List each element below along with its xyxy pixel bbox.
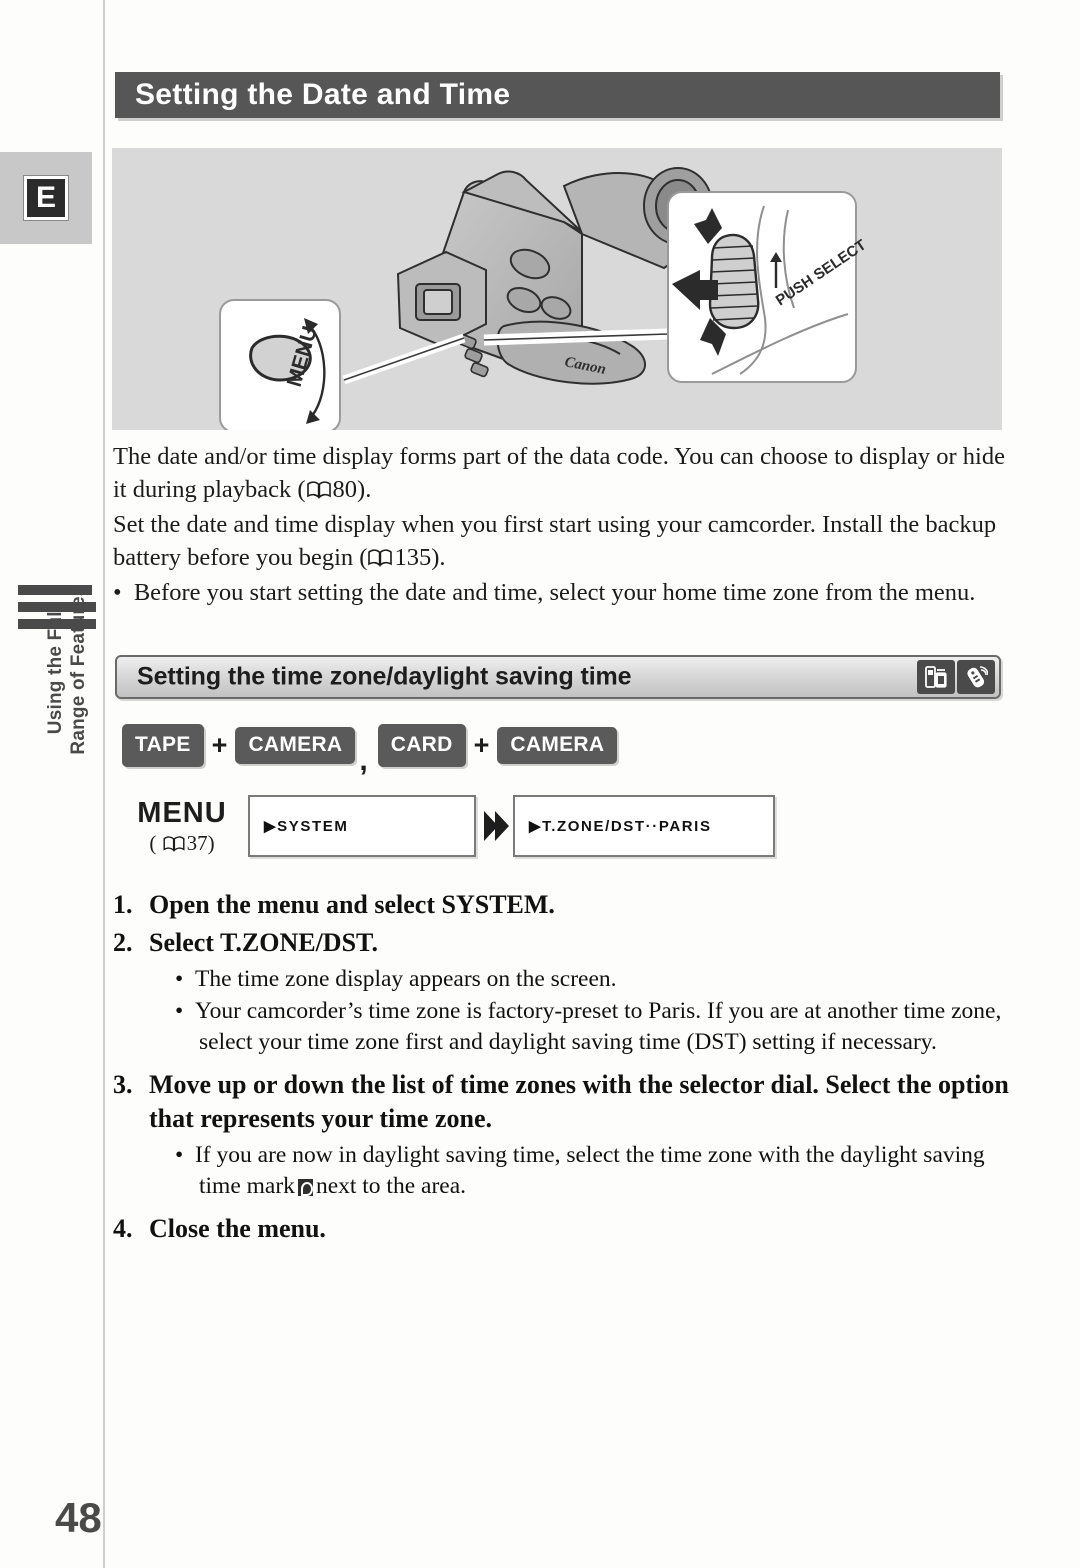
step-4-text: Close the menu. (149, 1214, 326, 1243)
menu-screen-system-text: ▶SYSTEM (264, 818, 349, 835)
menu-screen-system: ▶SYSTEM (248, 795, 476, 857)
step-2-bullet-2: • Your camcorder’s time zone is factory-… (175, 998, 1002, 1055)
step-2: 2. Select T.ZONE/DST. (113, 926, 1018, 960)
mode-plus-2: + (473, 729, 490, 760)
wireless-remote-icon (957, 660, 995, 694)
book-reference-icon (163, 833, 185, 858)
mode-badge-tape: TAPE (122, 723, 204, 767)
push-select-dial-callout: PUSH SELECT (667, 191, 869, 383)
menu-button-label-group: MENU ( 37) (118, 797, 246, 858)
step-2-substeps: • The time zone display appears on the s… (175, 964, 1018, 1058)
memory-card-icon (917, 660, 955, 694)
intro-bullet-1: • Before you start setting the date and … (113, 579, 976, 606)
intro-paragraph-1: The date and/or time display forms part … (113, 440, 1013, 508)
step-3: 3. Move up or down the list of time zone… (113, 1068, 1018, 1136)
menu-button-callout: MENU (219, 299, 341, 430)
step-2-text: Select T.ZONE/DST. (149, 928, 378, 957)
chapter-tab-line2: Range of Features (68, 585, 89, 755)
step-3-bullet-1: • If you are now in daylight saving time… (175, 1142, 985, 1199)
intro-paragraph-2: Set the date and time display when you f… (113, 508, 1013, 576)
step-1: 1. Open the menu and select SYSTEM. (113, 888, 1018, 922)
language-tab: E (0, 152, 92, 244)
step-1-text: Open the menu and select SYSTEM. (149, 890, 555, 919)
menu-button-label: MENU (137, 797, 227, 829)
subsection-icons (917, 660, 995, 694)
mode-badge-card: CARD (377, 723, 466, 767)
page-title-bar: Setting the Date and Time (115, 72, 1000, 118)
chapter-tab: Using the Full Range of Features (18, 585, 96, 845)
step-3-number: 3. (113, 1070, 133, 1099)
step-4-number: 4. (113, 1214, 133, 1243)
language-tab-label: E (24, 176, 68, 220)
book-reference-icon (306, 475, 331, 508)
intro-text: The date and/or time display forms part … (113, 440, 1013, 609)
mode-plus-1: + (211, 729, 228, 760)
step-4: 4. Close the menu. (113, 1212, 1018, 1246)
chapter-tab-line1: Using the Full (45, 605, 66, 735)
menu-screen-tzone-text: ▶T.ZONE/DST··PARIS (529, 818, 712, 835)
flow-chevron-icon (482, 809, 510, 843)
menu-navigation-flow: MENU ( 37) ▶SYSTEM ▶T.ZONE/DST··PARIS (118, 795, 778, 870)
subsection-header: Setting the time zone/daylight saving ti… (115, 655, 1001, 699)
mode-badge-camera-2: CAMERA (497, 726, 618, 764)
step-1-number: 1. (113, 890, 133, 919)
menu-screen-tzone: ▶T.ZONE/DST··PARIS (513, 795, 775, 857)
dst-mark-icon (297, 1179, 313, 1196)
intro-page-ref-1: 80 (332, 476, 358, 503)
step-2-number: 2. (113, 928, 133, 957)
instruction-steps: 1. Open the menu and select SYSTEM. 2. S… (113, 888, 1018, 1250)
camcorder-illustration: Canon MENU PUSH SELECT (112, 148, 1002, 430)
step-2-bullet-1: • The time zone display appears on the s… (175, 966, 617, 992)
mode-badge-camera-1: CAMERA (235, 726, 356, 764)
mode-badges: TAPE + CAMERA , CARD + CAMERA (122, 722, 618, 777)
chapter-tab-label: Using the Full Range of Features (44, 575, 90, 765)
page-title: Setting the Date and Time (135, 78, 511, 111)
mode-comma: , (359, 744, 368, 777)
book-reference-icon (368, 543, 393, 576)
subsection-title: Setting the time zone/daylight saving ti… (137, 662, 632, 691)
menu-page-reference: ( 37) (118, 831, 246, 858)
page-number: 48 (55, 1494, 102, 1541)
manual-page: E Using the Full Range of Features Setti… (0, 0, 1080, 1568)
step-3-text: Move up or down the list of time zones w… (149, 1070, 1009, 1133)
page-left-rule (103, 0, 105, 1568)
step-3-substeps: • If you are now in daylight saving time… (175, 1140, 1018, 1202)
intro-page-ref-2: 135 (394, 544, 432, 571)
